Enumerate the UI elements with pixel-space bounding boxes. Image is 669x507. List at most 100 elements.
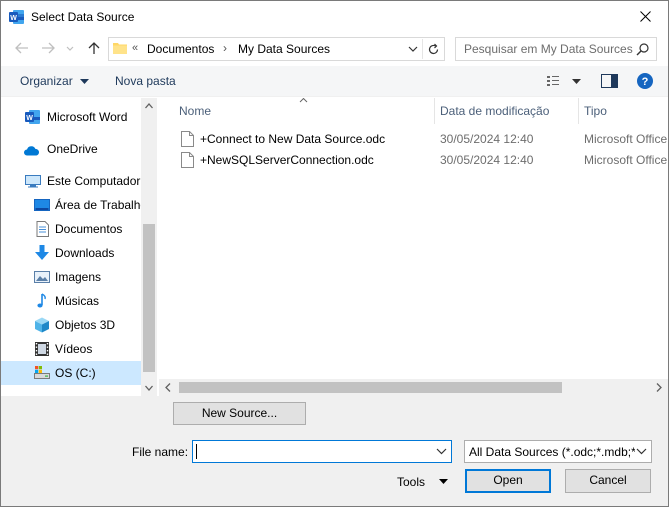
sidebar-item-label: Área de Trabalho [55, 198, 148, 212]
sidebar-item-label: Microsoft Word [47, 110, 128, 124]
chevron-down-icon [636, 448, 647, 455]
recent-locations-chevron-icon[interactable] [65, 40, 75, 56]
file-row[interactable]: +NewSQLServerConnection.odc 30/05/2024 1… [159, 150, 668, 171]
file-type-filter-select[interactable]: All Data Sources (*.odc;*.mdb;* [464, 440, 652, 463]
sidebar-item-label: Vídeos [55, 342, 93, 356]
desktop-icon [34, 199, 50, 211]
scroll-left-arrow-icon[interactable] [165, 383, 171, 392]
view-dropdown-icon[interactable] [572, 79, 581, 85]
file-type: Microsoft Office [584, 132, 668, 146]
sidebar-scroll-thumb[interactable] [143, 224, 155, 372]
file-icon [181, 131, 194, 147]
organize-dropdown-icon [80, 78, 90, 84]
organize-button[interactable]: Organizar [20, 74, 90, 88]
sidebar-item-este-computador[interactable]: Este Computador [1, 169, 141, 193]
open-button[interactable]: Open [465, 469, 551, 493]
column-divider[interactable] [578, 98, 579, 124]
horizontal-scrollbar[interactable] [159, 379, 668, 396]
new-folder-button[interactable]: Nova pasta [115, 74, 176, 88]
sidebar-item-videos[interactable]: Vídeos [1, 337, 141, 361]
music-icon [37, 293, 46, 308]
drive-icon [34, 366, 50, 379]
sidebar-item-microsoft-word[interactable]: W Microsoft Word [1, 105, 141, 129]
breadcrumb-separator-icon[interactable]: › [223, 41, 227, 55]
refresh-icon [428, 43, 439, 54]
breadcrumb-my-data-sources[interactable]: My Data Sources [238, 42, 330, 56]
sidebar-item-downloads[interactable]: Downloads [1, 241, 141, 265]
column-divider[interactable] [434, 98, 435, 124]
file-name: +NewSQLServerConnection.odc [200, 153, 374, 167]
download-icon [35, 245, 49, 260]
window-title: Select Data Source [31, 10, 135, 24]
column-header-nome[interactable]: Nome [179, 104, 211, 130]
navigation-bar: « Documentos › My Data Sources Pesquisar… [1, 32, 668, 66]
word-icon: W [9, 10, 24, 24]
sidebar-item-documentos[interactable]: Documentos [1, 217, 141, 241]
sidebar-item-os-c[interactable]: OS (C:) [1, 361, 141, 385]
up-arrow-icon[interactable] [86, 40, 102, 56]
column-header-tipo[interactable]: Tipo [584, 104, 607, 130]
svg-text:?: ? [642, 76, 649, 88]
cube-icon [35, 317, 49, 333]
file-list: Nome Data de modificação Tipo +Connect t… [159, 98, 668, 396]
back-arrow-icon[interactable] [14, 40, 30, 56]
forward-arrow-icon[interactable] [40, 40, 56, 56]
search-input[interactable]: Pesquisar em My Data Sources [455, 37, 657, 61]
computer-icon [25, 175, 41, 188]
new-source-button[interactable]: New Source... [173, 402, 306, 425]
sidebar-scrollbar[interactable] [141, 98, 157, 396]
pictures-icon [34, 271, 50, 283]
tools-button[interactable]: Tools [397, 475, 425, 489]
file-icon [181, 152, 194, 168]
sidebar-item-musicas[interactable]: Músicas [1, 289, 141, 313]
scroll-right-arrow-icon[interactable] [656, 383, 662, 392]
sidebar-item-label: Documentos [55, 222, 123, 236]
sidebar-item-objetos-3d[interactable]: Objetos 3D [1, 313, 141, 337]
file-type-filter-value: All Data Sources (*.odc;*.mdb;* [469, 445, 635, 459]
address-dropdown-chevron-icon[interactable] [407, 44, 419, 54]
address-bar[interactable]: « Documentos › My Data Sources [108, 37, 445, 61]
sidebar-item-label: Imagens [55, 270, 102, 284]
view-options-icon[interactable] [547, 75, 565, 87]
breadcrumb-documentos[interactable]: Documentos [147, 42, 214, 56]
organize-label: Organizar [20, 74, 73, 88]
file-date: 30/05/2024 12:40 [440, 132, 534, 146]
file-row[interactable]: +Connect to New Data Source.odc 30/05/20… [159, 129, 668, 150]
help-icon[interactable]: ? [637, 73, 653, 89]
sidebar-item-label: Objetos 3D [55, 318, 116, 332]
video-icon [35, 342, 49, 356]
cancel-button[interactable]: Cancel [565, 469, 651, 493]
preview-pane-icon[interactable] [601, 74, 618, 88]
sidebar-item-area-de-trabalho[interactable]: Área de Trabalho [1, 193, 147, 217]
file-type: Microsoft Office [584, 153, 668, 167]
file-name: +Connect to New Data Source.odc [200, 132, 386, 146]
sidebar-item-label: Músicas [55, 294, 100, 308]
folder-icon [113, 43, 127, 54]
search-icon [636, 43, 649, 56]
text-caret [196, 444, 197, 459]
search-placeholder: Pesquisar em My Data Sources [464, 42, 633, 56]
dialog-footer: New Source... File name: All Data Source… [1, 396, 668, 506]
sidebar-item-onedrive[interactable]: OneDrive [1, 137, 141, 161]
close-button[interactable] [622, 1, 668, 32]
file-name-field[interactable] [192, 440, 452, 463]
svg-text:W: W [26, 115, 33, 122]
file-date: 30/05/2024 12:40 [440, 153, 534, 167]
horizontal-scroll-thumb[interactable] [179, 382, 562, 393]
navigation-pane: W Microsoft Word OneDrive Este Computado… [1, 98, 157, 396]
documents-icon [36, 221, 49, 237]
sidebar-item-label: Downloads [55, 246, 115, 260]
chevron-down-icon[interactable] [436, 447, 447, 455]
column-header-data-modificacao[interactable]: Data de modificação [440, 104, 549, 130]
close-icon [639, 11, 651, 22]
command-toolbar: Organizar Nova pasta ? [1, 66, 668, 97]
sidebar-item-imagens[interactable]: Imagens [1, 265, 141, 289]
sidebar-item-label: OneDrive [47, 142, 98, 156]
scroll-down-arrow-icon[interactable] [145, 385, 153, 391]
sidebar-item-label: Este Computador [47, 174, 141, 188]
refresh-button[interactable] [422, 39, 444, 59]
tools-dropdown-icon[interactable] [439, 479, 448, 485]
word-icon: W [25, 110, 40, 124]
scroll-up-arrow-icon[interactable] [145, 103, 153, 109]
path-overflow-chevron[interactable]: « [132, 42, 138, 54]
